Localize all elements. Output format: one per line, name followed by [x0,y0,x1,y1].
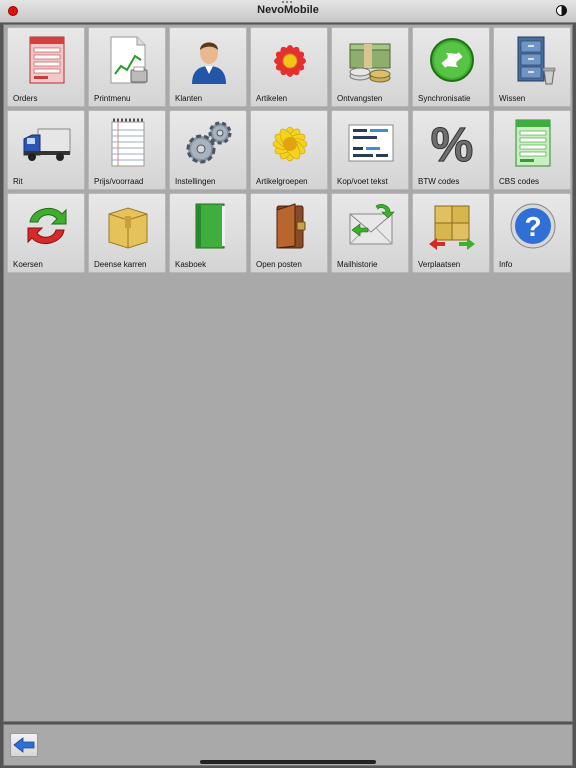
green-form-icon [515,119,551,167]
tile-info[interactable]: ? Info [493,193,571,273]
home-indicator[interactable] [200,760,376,764]
tile-label: Info [499,260,513,269]
tile-label: Kasboek [175,260,207,269]
tile-instellingen[interactable]: Instellingen [169,110,247,190]
customer-person-icon [192,42,226,84]
delivery-truck-icon [23,128,71,161]
green-book-icon [195,203,225,249]
tile-label: Open posten [256,260,302,269]
tile-label: Klanten [175,94,203,103]
tile-label: Artikelgroepen [256,177,308,186]
tile-synchronisatie[interactable]: Synchronisatie [412,27,490,107]
tile-mailhistorie[interactable]: Mailhistorie [331,193,409,273]
tile-wissen[interactable]: Wissen [493,27,571,107]
print-chart-icon [110,36,148,84]
back-arrow-icon [13,737,35,753]
tile-label: Verplaatsen [418,260,461,269]
tile-printmenu[interactable]: Printmenu [88,27,166,107]
exchange-arrows-icon [27,207,67,245]
tile-label: CBS codes [499,177,540,186]
tile-label: Kop/voet tekst [337,177,388,186]
tile-kasboek[interactable]: Kasboek [169,193,247,273]
tile-artikelgroepen[interactable]: Artikelgroepen [250,110,328,190]
tile-artikelen[interactable]: Artikelen [250,27,328,107]
yellow-flower-icon [272,126,308,162]
cardboard-box-icon [108,207,148,249]
tile-label: Synchronisatie [418,94,471,103]
svg-text:?: ? [524,211,541,242]
move-boxes-icon [429,205,475,250]
tile-koersen[interactable]: Koersen [7,193,85,273]
title-bar: NevoMobile [0,0,576,23]
red-flower-icon [274,45,306,77]
tile-label: Mailhistorie [337,260,378,269]
tile-prijs-voorraad[interactable]: Prijs/voorraad [88,110,166,190]
tile-verplaatsen[interactable]: Verplaatsen [412,193,490,273]
tile-label: BTW codes [418,177,460,186]
tile-ontvangsten[interactable]: Ontvangsten [331,27,409,107]
tile-label: Koersen [13,260,43,269]
gears-icon [186,121,232,164]
percent-icon: % [430,119,474,170]
tile-label: Deense karren [94,260,147,269]
contrast-icon[interactable] [556,5,567,16]
svg-text:%: % [431,119,474,169]
main-panel: Orders Printmenu Klanten Artikelen Ontva… [3,24,573,722]
wallet-icon [276,203,306,249]
tile-open-posten[interactable]: Open posten [250,193,328,273]
cabinet-trash-icon [517,36,556,85]
window-title: NevoMobile [257,4,319,16]
tile-label: Prijs/voorraad [94,177,144,186]
tile-rit[interactable]: Rit [7,110,85,190]
mail-refresh-icon [349,204,395,245]
notepad-icon [111,118,145,167]
tile-label: Artikelen [256,94,288,103]
tile-label: Rit [13,177,23,186]
tile-label: Instellingen [175,177,216,186]
tile-btw-codes[interactable]: % BTW codes [412,110,490,190]
tile-kop-voet-tekst[interactable]: Kop/voet tekst [331,110,409,190]
sync-arrows-icon [430,38,474,82]
money-stack-icon [349,43,391,83]
tile-klanten[interactable]: Klanten [169,27,247,107]
tile-label: Wissen [499,94,526,103]
info-question-icon: ? [510,203,556,249]
tile-orders[interactable]: Orders [7,27,85,107]
tile-cbs-codes[interactable]: CBS codes [493,110,571,190]
back-button[interactable] [10,733,38,757]
tile-label: Orders [13,94,38,103]
order-form-icon [29,36,65,84]
document-text-icon [348,124,394,162]
tile-label: Printmenu [94,94,131,103]
tile-deense-karren[interactable]: Deense karren [88,193,166,273]
tile-label: Ontvangsten [337,94,383,103]
